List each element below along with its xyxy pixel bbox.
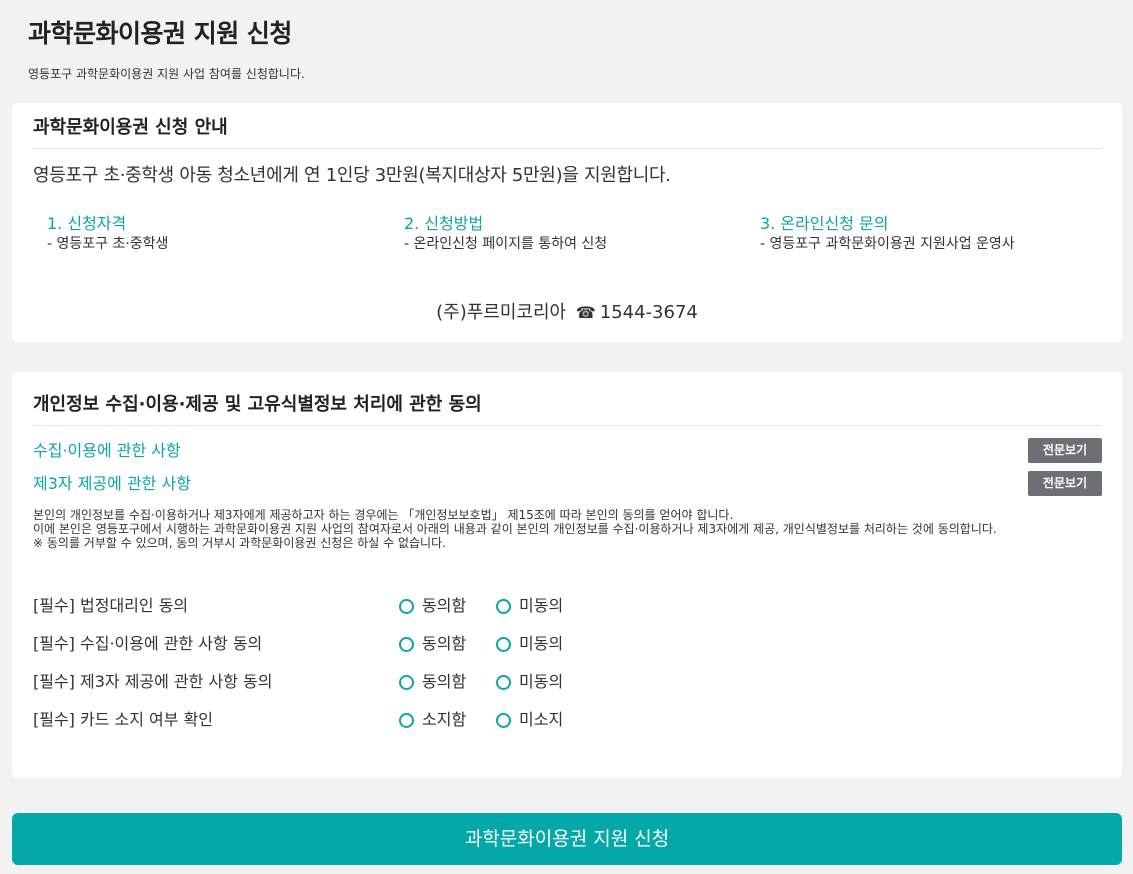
agree-row-collection: [필수] 수집·이용에 관한 사항 동의 동의함 미동의 <box>33 632 1102 656</box>
step-eligibility: 1. 신청자격 - 영등포구 초·중학생 <box>47 213 168 253</box>
radio-agree[interactable]: 동의함 <box>399 670 466 694</box>
radio-label: 동의함 <box>422 596 467 615</box>
contact-company: (주)푸르미코리아 <box>436 302 567 323</box>
step-inquiry: 3. 온라인신청 문의 - 영등포구 과학문화이용권 지원사업 운영사 <box>760 213 1015 253</box>
radio-agree[interactable]: 동의함 <box>399 632 466 656</box>
step-title: 3. 온라인신청 문의 <box>760 214 889 233</box>
radio-has-card[interactable]: 소지함 <box>399 708 466 732</box>
radio-label: 소지함 <box>422 710 467 729</box>
submit-application-button[interactable]: 과학문화이용권 지원 신청 <box>12 813 1122 865</box>
radio-circle-icon[interactable] <box>496 598 511 614</box>
consent-card: 개인정보 수집·이용·제공 및 고유식별정보 처리에 관한 동의 수집·이용에 … <box>12 372 1122 778</box>
view-full-text-button[interactable]: 전문보기 <box>1028 438 1102 463</box>
contact-phone: 1544-3674 <box>599 302 698 323</box>
guide-intro: 영등포구 초·중학생 아동 청소년에게 연 1인당 3만원(복지대상자 5만원)… <box>33 165 671 186</box>
page-description: 영등포구 과학문화이용권 지원 사업 참여를 신청합니다. <box>28 67 305 81</box>
agree-row-third-party: [필수] 제3자 제공에 관한 사항 동의 동의함 미동의 <box>33 670 1102 694</box>
consent-notice: 본인의 개인정보를 수집·이용하거나 제3자에게 제공하고자 하는 경우에는 「… <box>33 508 1108 550</box>
agree-label: [필수] 법정대리인 동의 <box>33 596 189 615</box>
page-title: 과학문화이용권 지원 신청 <box>28 19 292 48</box>
step-desc: - 영등포구 초·중학생 <box>47 236 169 252</box>
radio-label: 미동의 <box>519 672 564 691</box>
agree-label: [필수] 카드 소지 여부 확인 <box>33 710 214 729</box>
step-title: 2. 신청방법 <box>404 214 484 233</box>
radio-circle-icon[interactable] <box>496 712 511 728</box>
radio-label: 미소지 <box>519 710 564 729</box>
radio-disagree[interactable]: 미동의 <box>496 594 563 618</box>
radio-label: 동의함 <box>422 634 467 653</box>
agree-label: [필수] 제3자 제공에 관한 사항 동의 <box>33 672 273 691</box>
third-party-link[interactable]: 제3자 제공에 관한 사항 <box>33 470 191 494</box>
radio-disagree[interactable]: 미동의 <box>496 632 563 656</box>
agree-row-guardian: [필수] 법정대리인 동의 동의함 미동의 <box>33 594 1102 618</box>
radio-circle-icon[interactable] <box>399 674 414 690</box>
notice-line: 본인의 개인정보를 수집·이용하거나 제3자에게 제공하고자 하는 경우에는 「… <box>33 508 734 522</box>
radio-circle-icon[interactable] <box>399 598 414 614</box>
radio-disagree[interactable]: 미동의 <box>496 670 563 694</box>
radio-agree[interactable]: 동의함 <box>399 594 466 618</box>
radio-circle-icon[interactable] <box>496 636 511 652</box>
collection-use-link[interactable]: 수집·이용에 관한 사항 <box>33 437 181 461</box>
radio-circle-icon[interactable] <box>399 636 414 652</box>
step-title: 1. 신청자격 <box>47 214 127 233</box>
step-method: 2. 신청방법 - 온라인신청 페이지를 통하여 신청 <box>404 213 607 253</box>
radio-label: 미동의 <box>519 634 564 653</box>
radio-no-card[interactable]: 미소지 <box>496 708 563 732</box>
radio-circle-icon[interactable] <box>399 712 414 728</box>
guide-title: 과학문화이용권 신청 안내 <box>33 113 1102 149</box>
view-full-text-button[interactable]: 전문보기 <box>1028 471 1102 496</box>
agree-label: [필수] 수집·이용에 관한 사항 동의 <box>33 634 263 653</box>
phone-icon: ☎ <box>575 303 596 322</box>
radio-label: 미동의 <box>519 596 564 615</box>
agree-row-card: [필수] 카드 소지 여부 확인 소지함 미소지 <box>33 708 1102 732</box>
radio-label: 동의함 <box>422 672 467 691</box>
contact-info: (주)푸르미코리아 ☎ 1544-3674 <box>12 298 1122 324</box>
radio-circle-icon[interactable] <box>496 674 511 690</box>
notice-line: 이에 본인은 영등포구에서 시행하는 과학문화이용권 지원 사업의 참여자로서 … <box>33 522 997 536</box>
guide-card: 과학문화이용권 신청 안내 영등포구 초·중학생 아동 청소년에게 연 1인당 … <box>12 103 1122 342</box>
step-desc: - 온라인신청 페이지를 통하여 신청 <box>404 236 608 252</box>
notice-line: ※ 동의를 거부할 수 있으며, 동의 거부시 과학문화이용권 신청은 하실 수… <box>33 536 446 550</box>
consent-title: 개인정보 수집·이용·제공 및 고유식별정보 처리에 관한 동의 <box>33 390 1102 426</box>
step-desc: - 영등포구 과학문화이용권 지원사업 운영사 <box>760 236 1015 252</box>
